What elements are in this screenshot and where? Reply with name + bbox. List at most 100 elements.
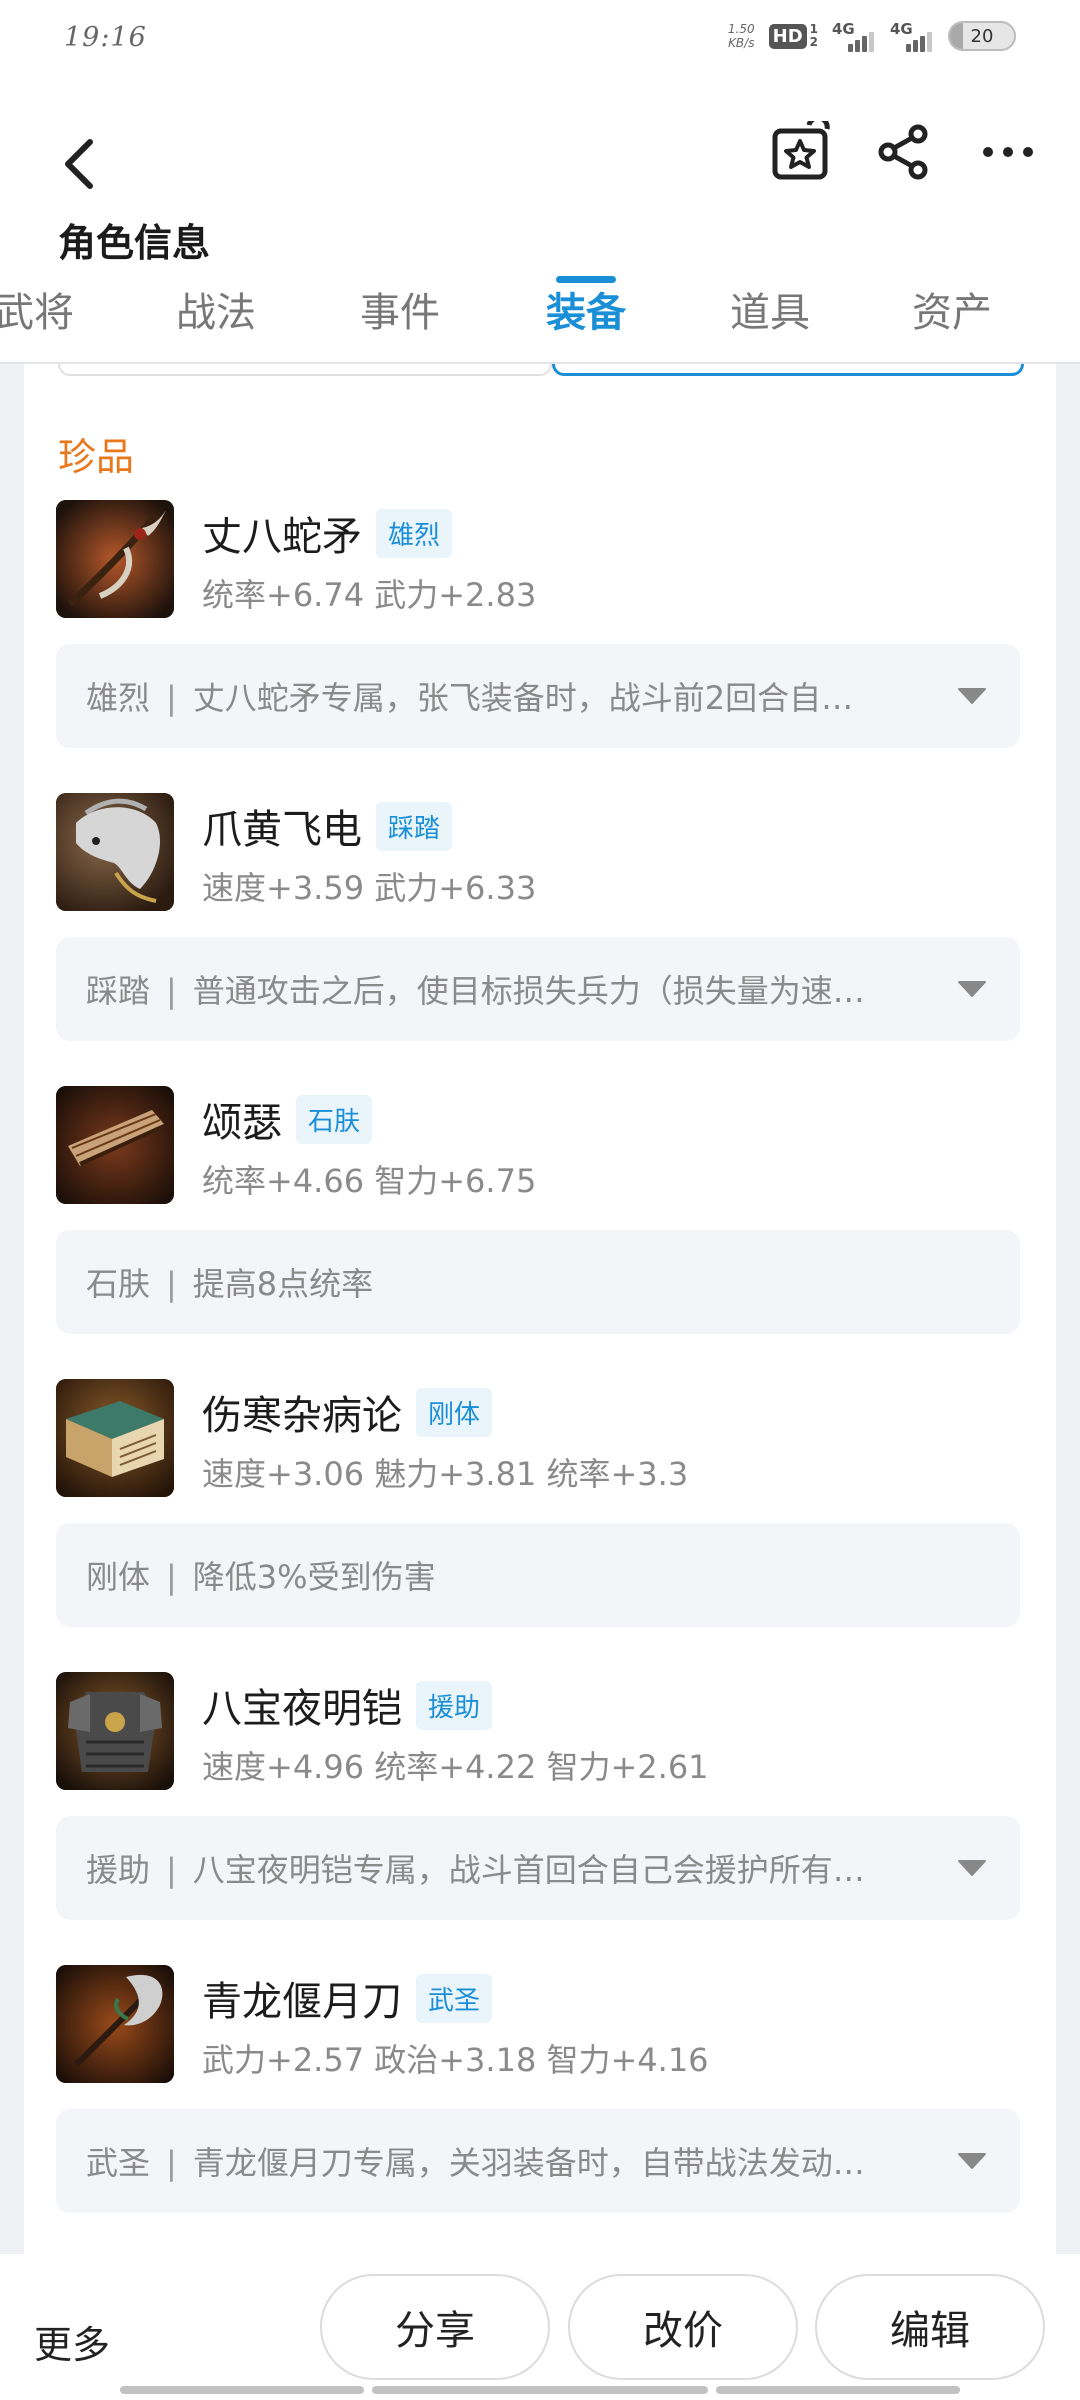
item-stats: 统率+6.74 武力+2.83 (202, 576, 537, 614)
back-button[interactable] (50, 124, 110, 204)
skill-description-box[interactable]: 踩踏 | 普通攻击之后，使目标损失兵力（损失量为速… (56, 937, 1020, 1041)
network-speed: 1.50 KB/s (728, 22, 755, 50)
hd-voice-icon: HD 1 2 (768, 23, 818, 49)
tab-generals[interactable]: 武将 (0, 280, 74, 338)
skill-desc: 八宝夜明铠专属，战斗首回合自己会援护所有… (192, 1851, 865, 1889)
network-speed-unit: KB/s (728, 36, 755, 50)
skill-description: 雄烈 | 丈八蛇矛专属，张飞装备时，战斗前2回合自… (86, 673, 944, 719)
caret-down-icon (958, 981, 986, 997)
share-button[interactable]: 分享 (320, 2274, 550, 2380)
skill-tag: 援助 (416, 1680, 493, 1730)
expand-button[interactable] (954, 1850, 990, 1886)
skill-description-box[interactable]: 援助 | 八宝夜明铠专属，战斗首回合自己会援护所有… (56, 1816, 1020, 1920)
skill-description: 刚体 | 降低3%受到伤害 (86, 1552, 990, 1598)
item-stats: 速度+3.59 武力+6.33 (202, 869, 537, 907)
category-tabs: 武将 战法 事件 装备 道具 资产 (0, 280, 1080, 364)
battery-level: 20 (970, 25, 994, 47)
skill-description: 踩踏 | 普通攻击之后，使目标损失兵力（损失量为速… (86, 966, 944, 1012)
status-indicators: 1.50 KB/s HD 1 2 4G 4G 20 (728, 20, 1016, 52)
item-name: 颂瑟 石肤 (202, 1090, 373, 1148)
hd-sub-2: 2 (809, 35, 818, 49)
more-button[interactable]: 更多 (34, 2314, 110, 2369)
tab-assets[interactable]: 资产 (912, 280, 992, 338)
item-name-text: 青龙偃月刀 (202, 1979, 402, 2025)
skill-name: 援助 (86, 1851, 151, 1889)
item-stats: 速度+3.06 魅力+3.81 统率+3.3 (202, 1455, 689, 1493)
tab-events[interactable]: 事件 (360, 280, 440, 338)
expand-button[interactable] (954, 2143, 990, 2179)
expand-button[interactable] (954, 678, 990, 714)
status-bar: 19:16 1.50 KB/s HD 1 2 4G 4G 20 (0, 0, 1080, 84)
skill-name: 武圣 (86, 2144, 151, 2182)
signal-label-1: 4G (832, 20, 855, 38)
skill-separator: | (166, 1265, 177, 1303)
tab-equipment[interactable]: 装备 (546, 280, 626, 338)
favorite-star-icon (772, 121, 830, 180)
item-name: 丈八蛇矛 雄烈 (202, 504, 453, 562)
share-icon (878, 124, 928, 180)
skill-desc: 青龙偃月刀专属，关羽装备时，自带战法发动… (192, 2144, 865, 2182)
status-time: 19:16 (64, 22, 147, 53)
expand-button[interactable] (954, 971, 990, 1007)
skill-description-box[interactable]: 武圣 | 青龙偃月刀专属，关羽装备时，自带战法发动… (56, 2109, 1020, 2213)
active-tab-indicator (556, 276, 616, 283)
skill-name: 踩踏 (86, 972, 151, 1010)
reprice-button[interactable]: 改价 (568, 2274, 798, 2380)
skill-separator: | (166, 679, 177, 717)
skill-desc: 降低3%受到伤害 (192, 1558, 436, 1596)
item-stats: 武力+2.57 政治+3.18 智力+4.16 (202, 2041, 709, 2079)
skill-tag: 踩踏 (376, 801, 453, 851)
filter-option-right-selected[interactable] (552, 364, 1024, 376)
skill-description: 援助 | 八宝夜明铠专属，战斗首回合自己会援护所有… (86, 1845, 944, 1891)
armor-icon (56, 1672, 174, 1790)
skill-desc: 普通攻击之后，使目标损失兵力（损失量为速… (192, 972, 865, 1010)
skill-tag: 雄烈 (376, 508, 453, 558)
item-stats: 速度+4.96 统率+4.22 智力+2.61 (202, 1748, 709, 1786)
signal-icon-2: 4G (890, 20, 934, 52)
skill-desc: 丈八蛇矛专属，张飞装备时，战斗前2回合自… (192, 679, 854, 717)
skill-description-box: 石肤 | 提高8点统率 (56, 1230, 1020, 1334)
item-name-text: 伤寒杂病论 (202, 1393, 402, 1439)
caret-down-icon (958, 688, 986, 704)
filter-option-left[interactable] (58, 364, 552, 376)
back-arrow-icon (65, 139, 93, 189)
section-title-treasures: 珍品 (58, 435, 135, 479)
item-stats: 统率+4.66 智力+6.75 (202, 1162, 537, 1200)
page-title: 角色信息 (58, 221, 211, 265)
glaive-icon (56, 1965, 174, 2083)
hd-sim-slots: 1 2 (810, 23, 818, 49)
hd-label: HD (768, 23, 807, 49)
skill-name: 刚体 (86, 1558, 151, 1596)
bottom-action-bar: 更多 分享 改价 编辑 (0, 2254, 1080, 2400)
horse-icon (56, 793, 174, 911)
favorite-button[interactable] (760, 112, 840, 192)
share-icon-button[interactable] (864, 112, 944, 192)
tab-items[interactable]: 道具 (730, 280, 810, 338)
skill-separator: | (166, 1851, 177, 1889)
spear-icon (56, 500, 174, 618)
item-name: 伤寒杂病论 刚体 (202, 1383, 493, 1441)
more-options-button[interactable] (968, 112, 1048, 192)
skill-name: 雄烈 (86, 679, 151, 717)
more-icon (983, 147, 1033, 157)
top-header: 角色信息 武将 战法 事件 装备 道具 资产 (0, 84, 1080, 364)
item-name-text: 八宝夜明铠 (202, 1686, 402, 1732)
medical-book-icon (56, 1379, 174, 1497)
edit-button[interactable]: 编辑 (815, 2274, 1045, 2380)
battery-icon: 20 (948, 21, 1016, 51)
skill-separator: | (166, 1558, 177, 1596)
item-name: 青龙偃月刀 武圣 (202, 1969, 493, 2027)
caret-down-icon (958, 2153, 986, 2169)
network-speed-value: 1.50 (727, 22, 755, 36)
item-name: 八宝夜明铠 援助 (202, 1676, 493, 1734)
tab-tactics[interactable]: 战法 (176, 280, 256, 338)
home-indicator (0, 2386, 1080, 2394)
item-name-text: 丈八蛇矛 (202, 514, 362, 560)
skill-tag: 刚体 (416, 1387, 493, 1437)
skill-tag: 武圣 (416, 1973, 493, 2023)
skill-desc: 提高8点统率 (192, 1265, 374, 1303)
equipment-card: 珍品 丈八蛇矛 雄烈 统率+6.74 武力+2.83 雄烈 | 丈八蛇矛专属，张飞装… (24, 364, 1056, 2254)
skill-description-box[interactable]: 雄烈 | 丈八蛇矛专属，张飞装备时，战斗前2回合自… (56, 644, 1020, 748)
item-name-text: 爪黄飞电 (202, 807, 362, 853)
skill-tag: 石肤 (296, 1094, 373, 1144)
